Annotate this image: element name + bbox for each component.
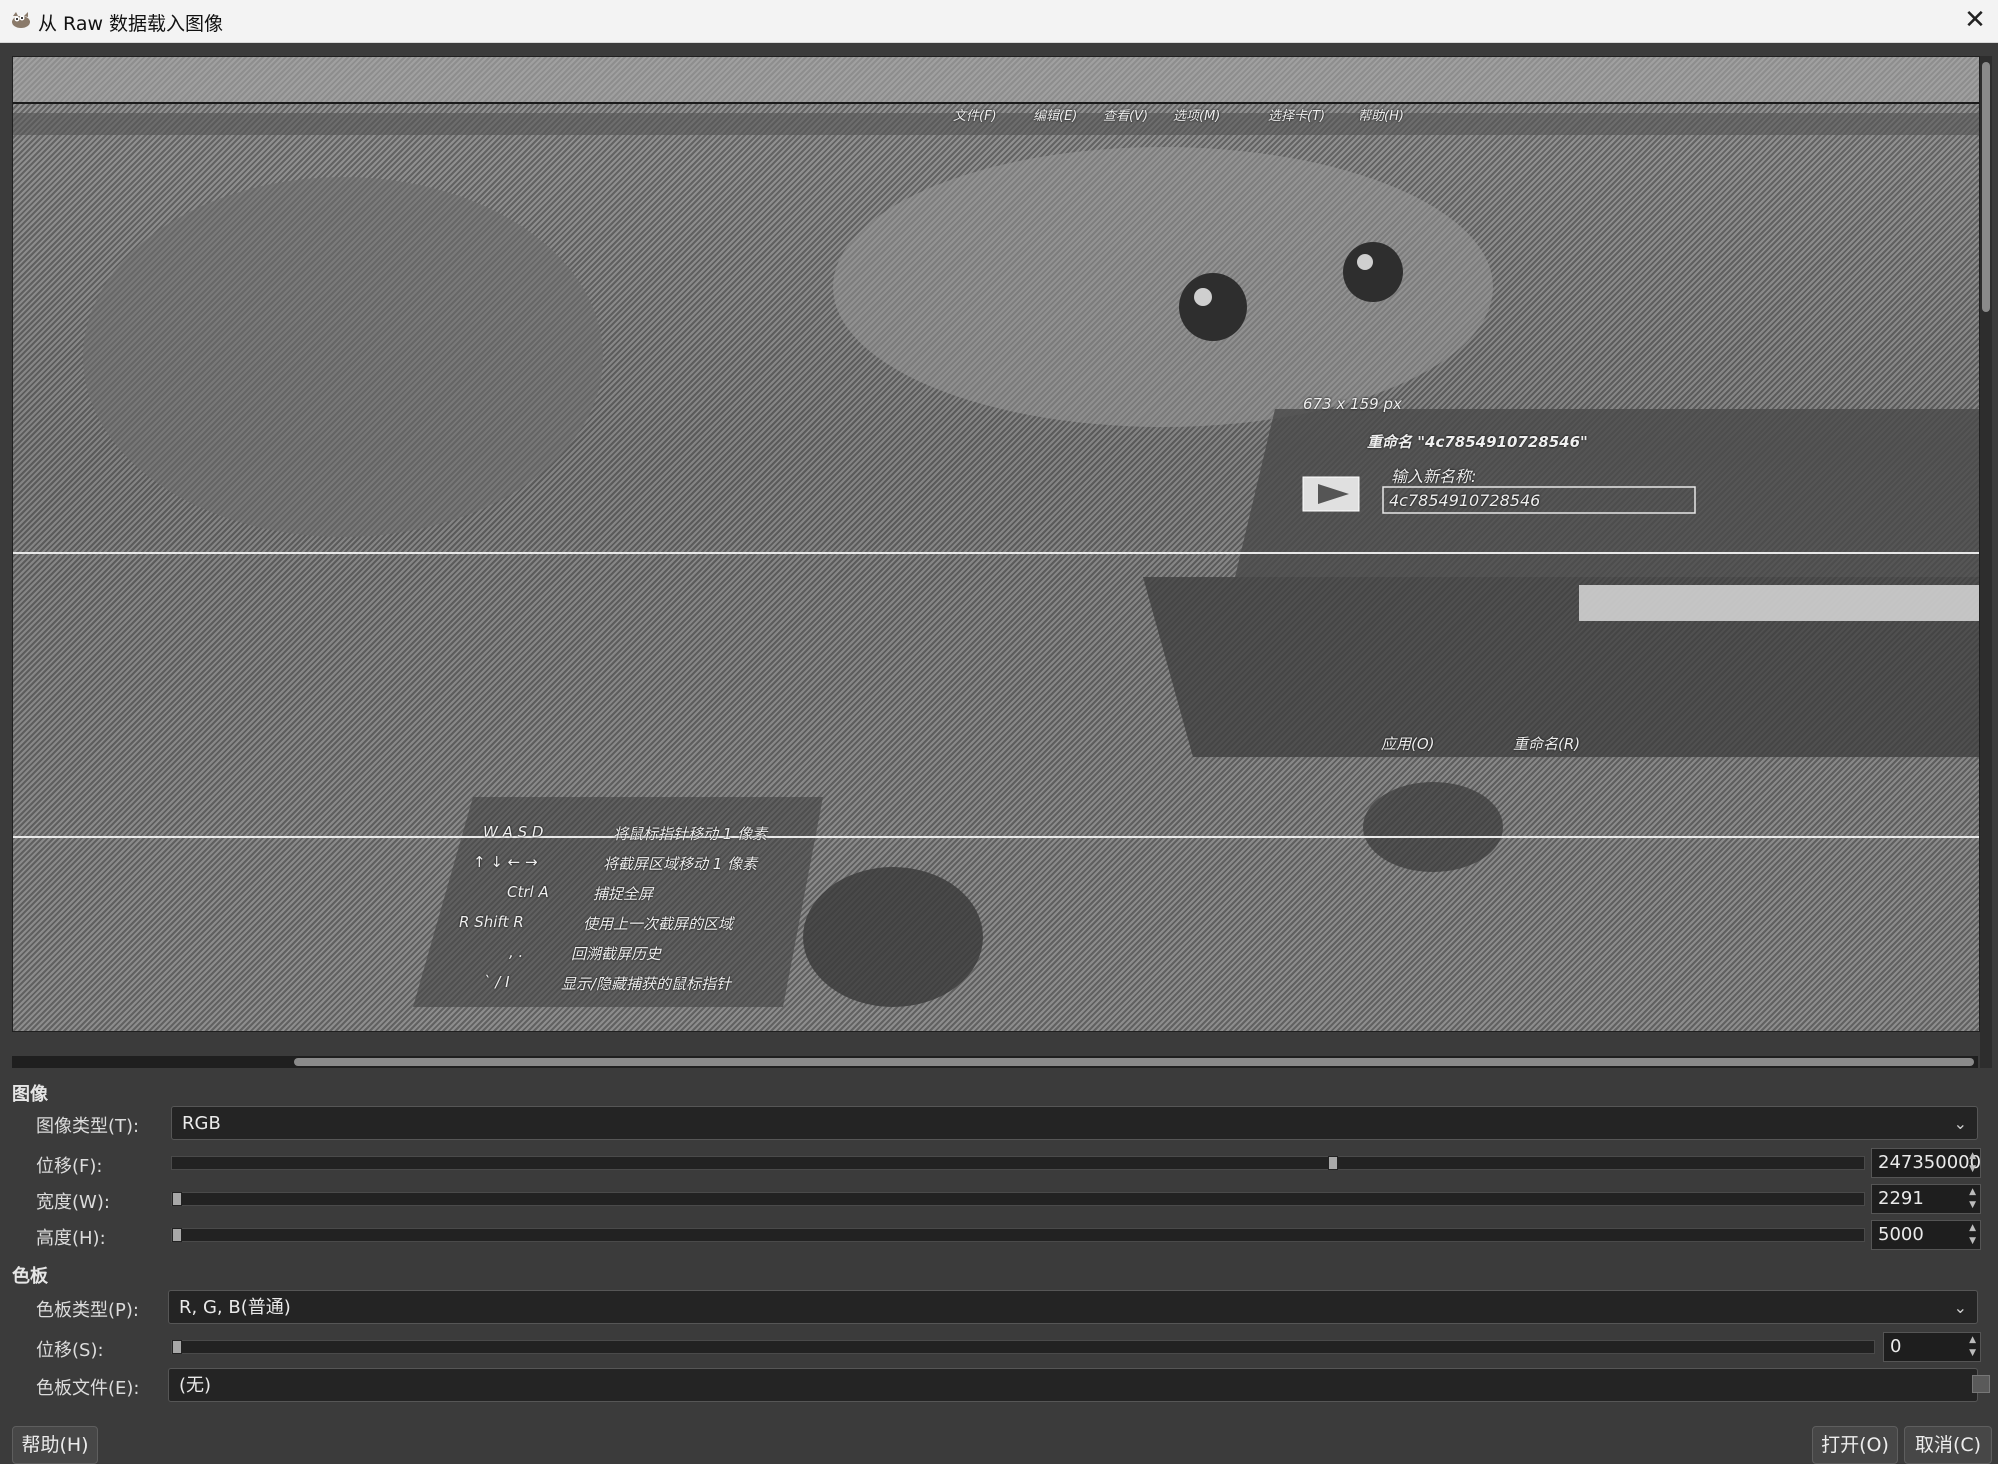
preview-rename-value: 4c7854910728546 — [1389, 491, 1541, 510]
image-type-label: 图像类型(T): — [36, 1116, 140, 1137]
preview-rename-prompt: 输入新名称: — [1391, 467, 1477, 486]
height-slider[interactable] — [171, 1228, 1865, 1242]
spin-arrows-icon[interactable]: ▲ ▼ — [1969, 1150, 1976, 1176]
width-value: 2291 — [1878, 1188, 1924, 1209]
image-type-value: RGB — [182, 1113, 221, 1134]
preview-hint-keys: W A S D — [483, 823, 544, 841]
chevron-down-icon: ⌄ — [1953, 1114, 1967, 1133]
close-icon: ✕ — [1964, 5, 1986, 35]
height-slider-knob[interactable] — [172, 1228, 182, 1242]
chevron-down-icon: ⌄ — [1953, 1298, 1967, 1317]
palette-type-label: 色板类型(P): — [36, 1300, 139, 1321]
width-slider-knob[interactable] — [172, 1192, 182, 1206]
preview-hint-keys: , . — [509, 943, 524, 961]
preview-horizontal-scrollbar[interactable] — [12, 1056, 1978, 1068]
preview-hint-text: 将截屏区域移动 1 像素 — [603, 855, 758, 873]
gimp-wilber-icon — [12, 12, 30, 28]
preview-hint-text: 捕捉全屏 — [593, 885, 654, 903]
offset-slider[interactable] — [171, 1156, 1865, 1170]
palette-file-chooser[interactable]: (无) — [168, 1368, 1978, 1402]
height-label: 高度(H): — [36, 1228, 106, 1249]
folder-open-icon[interactable] — [1972, 1375, 1990, 1393]
width-slider[interactable] — [171, 1192, 1865, 1206]
palette-offset-value: 0 — [1890, 1336, 1902, 1357]
preview-menu-view: 查看(V) — [1103, 109, 1149, 124]
scrollbar-thumb[interactable] — [1982, 62, 1990, 312]
image-section-title: 图像 — [12, 1084, 48, 1105]
preview-apply-button-label: 应用(O) — [1381, 735, 1435, 753]
height-spinbox[interactable]: 5000 ▲ ▼ — [1871, 1220, 1981, 1250]
width-spinbox[interactable]: 2291 ▲ ▼ — [1871, 1184, 1981, 1214]
offset-spinbox[interactable]: 247350000 ▲ ▼ — [1871, 1148, 1981, 1178]
window-title: 从 Raw 数据载入图像 — [38, 13, 224, 35]
title-bar: 从 Raw 数据载入图像 ✕ — [0, 0, 1998, 43]
palette-file-label: 色板文件(E): — [36, 1378, 140, 1399]
image-type-combo[interactable]: RGB ⌄ — [171, 1106, 1978, 1140]
palette-offset-label: 位移(S): — [36, 1340, 104, 1361]
help-button[interactable]: 帮助(H) — [12, 1426, 98, 1464]
palette-offset-slider[interactable] — [171, 1340, 1875, 1354]
preview-hint-keys: Ctrl A — [507, 883, 549, 901]
height-value: 5000 — [1878, 1224, 1924, 1245]
preview-hint-text: 显示/隐藏捕获的鼠标指针 — [561, 975, 732, 993]
palette-type-combo[interactable]: R, G, B(普通) ⌄ — [168, 1290, 1978, 1324]
width-label: 宽度(W): — [36, 1192, 110, 1213]
spin-arrows-icon[interactable]: ▲ ▼ — [1969, 1334, 1976, 1360]
preview-hint-text: 使用上一次截屏的区域 — [583, 915, 734, 933]
palette-offset-slider-knob[interactable] — [172, 1340, 182, 1354]
preview-hint-text: 回溯截屏历史 — [571, 945, 662, 963]
preview-artwork — [13, 57, 1979, 1007]
preview-hint-text: 将鼠标指针移动 1 像素 — [613, 825, 768, 843]
spin-arrows-icon[interactable]: ▲ ▼ — [1969, 1186, 1976, 1212]
open-button[interactable]: 打开(O) — [1812, 1426, 1898, 1464]
close-button[interactable]: ✕ — [1952, 0, 1998, 42]
palette-type-value: R, G, B(普通) — [179, 1297, 291, 1318]
preview-rename-title: 重命名 "4c7854910728546" — [1367, 433, 1588, 451]
offset-label: 位移(F): — [36, 1156, 103, 1177]
raw-preview: 673 x 159 px 重命名 "4c7854910728546" 输入新名称… — [12, 56, 1980, 1032]
offset-value: 247350000 — [1878, 1152, 1982, 1173]
scrollbar-thumb[interactable] — [294, 1058, 1974, 1066]
cancel-button[interactable]: 取消(C) — [1904, 1426, 1992, 1464]
preview-size-label: 673 x 159 px — [1303, 395, 1402, 413]
preview-hint-keys: ↑ ↓ ← → — [473, 853, 538, 871]
preview-vertical-scrollbar[interactable] — [1980, 56, 1992, 1068]
spin-arrows-icon[interactable]: ▲ ▼ — [1969, 1222, 1976, 1248]
palette-file-value: (无) — [179, 1375, 212, 1396]
preview-menu-edit: 编辑(E) — [1033, 109, 1078, 124]
preview-menu-tabs: 选择卡(T) — [1268, 109, 1326, 124]
preview-menu-help: 帮助(H) — [1358, 109, 1404, 124]
preview-hint-keys: R Shift R — [459, 913, 524, 931]
preview-menu-file: 文件(F) — [953, 109, 997, 124]
preview-hint-keys: ` / I — [483, 973, 510, 991]
preview-rename-button-label: 重命名(R) — [1513, 735, 1581, 753]
offset-slider-knob[interactable] — [1328, 1156, 1338, 1170]
palette-offset-spinbox[interactable]: 0 ▲ ▼ — [1883, 1332, 1981, 1362]
palette-section-title: 色板 — [12, 1266, 48, 1287]
preview-menu-options: 选项(M) — [1173, 109, 1221, 124]
